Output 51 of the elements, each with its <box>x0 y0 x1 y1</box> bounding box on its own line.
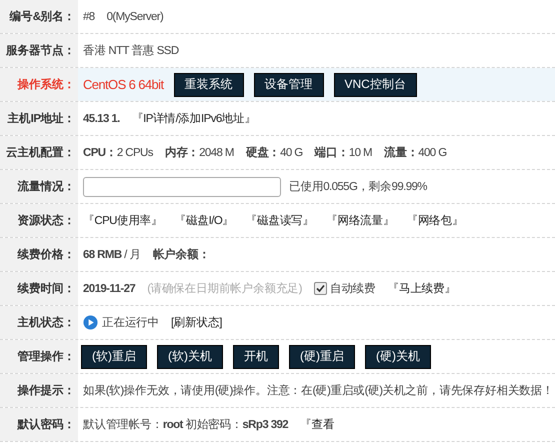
field-label: 续费价格： <box>0 238 78 271</box>
field-label: 主机IP地址： <box>0 102 78 135</box>
action-button[interactable]: (硬)关机 <box>365 344 431 368</box>
field-value: 内存：2048 M <box>164 145 234 160</box>
field-value: 默认管理帐号：root 初始密码：sRp3 392 <box>83 417 288 432</box>
field-value: 端口：10 M <box>314 145 372 160</box>
field-value: 0(MyServer) <box>106 10 164 22</box>
status-text: 正在运行中 <box>102 316 160 330</box>
action-button[interactable]: (软)关机 <box>157 344 223 368</box>
hint-text: (请确保在日期前帐户余额充足) <box>147 281 302 296</box>
field-value: 2019-11-27 <box>83 282 136 294</box>
text-link[interactable]: 『网络流量』 <box>326 213 394 228</box>
field-value: #8 <box>83 10 95 22</box>
text-link[interactable]: [刷新状态] <box>171 315 222 330</box>
field-label: 续费时间： <box>0 272 78 305</box>
field-label: 编号&别名： <box>0 0 78 33</box>
field-label: 管理操作： <box>0 340 78 373</box>
field-value: 45.13 1. <box>83 112 120 124</box>
field-value: 帐户余额： <box>152 247 210 262</box>
action-button[interactable]: (软)重启 <box>81 344 147 368</box>
field-value: 硬盘：40 G <box>246 146 303 160</box>
field-label: 操作提示： <box>0 374 78 407</box>
text-link[interactable]: 『网络包』 <box>406 213 464 228</box>
action-button[interactable]: (硬)重启 <box>289 344 355 368</box>
action-button[interactable]: 开机 <box>233 344 279 368</box>
text-link[interactable]: 『磁盘I/O』 <box>174 213 234 228</box>
text-link[interactable]: 『IP详情/添加IPv6地址』 <box>132 111 256 126</box>
text-link[interactable]: 『CPU使用率』 <box>83 213 162 228</box>
field-value: CentOS 6 64bit <box>83 77 164 92</box>
field-label: 默认密码： <box>0 408 78 441</box>
field-label: 资源状态： <box>0 204 78 237</box>
field-value: 香港 NTT 普惠 SSD <box>83 43 179 58</box>
text-link[interactable]: 『马上续费』 <box>387 281 456 296</box>
field-label: 服务器节点： <box>0 34 78 67</box>
field-label: 操作系统： <box>0 68 78 101</box>
checkbox[interactable] <box>314 282 327 295</box>
text-link[interactable]: 『查看 <box>300 417 334 432</box>
field-value: CPU：2 CPUs <box>83 146 153 160</box>
field-value: 已使用0.055G，剩余99.99% <box>289 180 427 194</box>
checkbox-label: 自动续费 <box>330 282 376 296</box>
field-label: 流量情况： <box>0 170 78 203</box>
field-value: 流量：400 G <box>384 145 447 160</box>
field-value: 如果(软)操作无效，请使用(硬)操作。注意：在(硬)重启或(硬)关机之前，请先保存好相关数据！ <box>83 383 554 398</box>
action-button[interactable]: VNC控制台 <box>334 72 417 96</box>
field-label: 主机状态： <box>0 306 78 339</box>
action-button[interactable]: 设备管理 <box>254 72 324 96</box>
running-icon <box>83 315 98 330</box>
action-button[interactable]: 重装系统 <box>174 72 244 96</box>
field-value: 68 RMB / 月 <box>83 248 141 262</box>
text-link[interactable]: 『磁盘读写』 <box>246 213 314 228</box>
field-label: 云主机配置： <box>0 136 78 169</box>
